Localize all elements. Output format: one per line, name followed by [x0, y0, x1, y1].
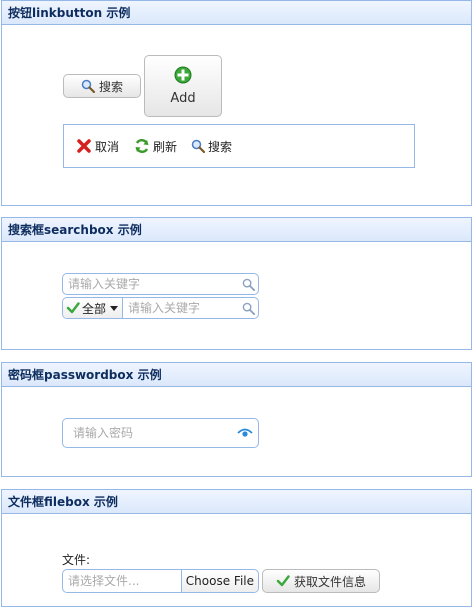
password-input[interactable]: [63, 419, 232, 447]
search-input[interactable]: [63, 274, 238, 294]
choose-file-button[interactable]: Choose File: [180, 570, 258, 592]
toggle-password-visibility-button[interactable]: [232, 419, 258, 447]
search-icon: [191, 139, 205, 153]
get-file-info-label: 获取文件信息: [293, 574, 366, 589]
linkbutton-panel: 按钮linkbutton 示例 搜索 Add 取消 刷新 搜索: [1, 0, 472, 206]
file-path-input[interactable]: [63, 570, 181, 592]
search-icon: [242, 302, 255, 315]
searchbox-panel: 搜索框searchbox 示例 全部: [1, 217, 472, 350]
passwordbox-panel: 密码框passwordbox 示例: [1, 362, 472, 477]
refresh-icon: [135, 139, 149, 153]
searchbox-search-button[interactable]: [238, 274, 258, 294]
toolbar-search-button[interactable]: 搜索: [191, 135, 232, 157]
search-icon: [242, 278, 255, 291]
chevron-down-icon: [110, 305, 119, 311]
cancel-button-label: 取消: [95, 139, 120, 154]
passwordbox-panel-title: 密码框passwordbox 示例: [2, 363, 471, 387]
search-button[interactable]: 搜索: [63, 74, 141, 98]
toolbar-search-button-label: 搜索: [208, 139, 233, 154]
search-input-2[interactable]: [123, 298, 238, 318]
filebox-panel: 文件框filebox 示例 文件: Choose File 获取文件信息: [1, 489, 472, 607]
choose-file-label: Choose File: [185, 574, 254, 588]
add-icon: [174, 66, 192, 84]
add-button-label: Add: [170, 91, 196, 106]
search-button-label: 搜索: [98, 79, 123, 94]
search-icon: [81, 79, 95, 93]
passwordbox: [62, 418, 259, 448]
check-icon: [66, 302, 80, 314]
button-toolbar: 取消 刷新 搜索: [63, 124, 415, 168]
cancel-icon: [77, 139, 91, 153]
cancel-button[interactable]: 取消: [76, 135, 119, 157]
filebox: Choose File: [62, 569, 259, 593]
searchbox-2-search-button[interactable]: [238, 298, 258, 318]
check-icon: [276, 575, 290, 587]
search-category-value: 全部: [82, 301, 107, 316]
linkbutton-panel-title: 按钮linkbutton 示例: [2, 1, 471, 25]
searchbox-panel-title: 搜索框searchbox 示例: [2, 218, 471, 242]
add-button[interactable]: Add: [144, 55, 222, 117]
get-file-info-button[interactable]: 获取文件信息: [262, 569, 380, 593]
searchbox-1: [62, 273, 259, 295]
refresh-button-label: 刷新: [153, 139, 178, 154]
searchbox-2: 全部: [62, 297, 259, 319]
filebox-panel-title: 文件框filebox 示例: [2, 490, 471, 514]
search-category-menu[interactable]: 全部: [63, 298, 124, 318]
file-label: 文件:: [62, 553, 91, 567]
eye-icon: [237, 428, 253, 437]
refresh-button[interactable]: 刷新: [134, 135, 177, 157]
